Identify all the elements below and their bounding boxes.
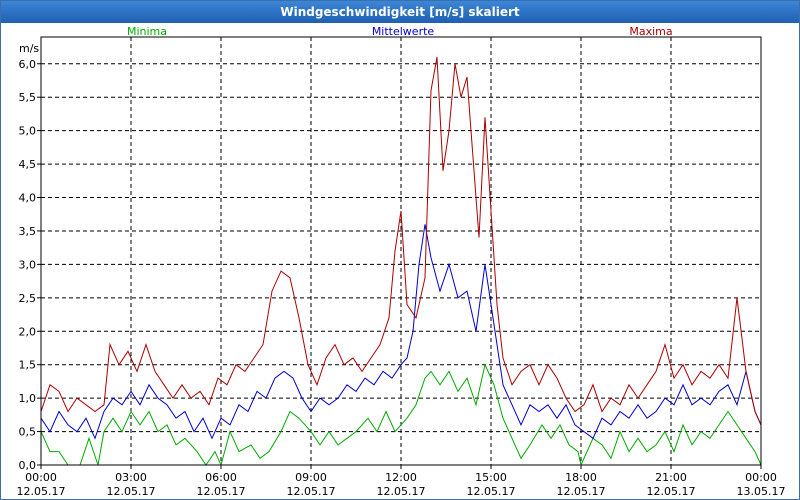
y-tick-label: 6,0	[19, 58, 37, 71]
legend: Minima Mittelwerte Maxima	[127, 25, 673, 38]
series-line-minima	[40, 363, 762, 467]
x-tick-date: 12.05.17	[377, 485, 426, 498]
y-tick-label: 4,0	[19, 192, 37, 205]
x-tick-date: 12.05.17	[287, 485, 336, 498]
x-tick-time: 15:00	[475, 471, 507, 484]
chart-window: Windgeschwindigkeit [m/s] skaliert m/s 0…	[0, 0, 800, 500]
legend-minima: Minima	[127, 25, 167, 38]
y-tick-label: 2,0	[19, 325, 37, 338]
grid	[41, 37, 761, 466]
y-tick-label: 3,5	[19, 225, 37, 238]
x-tick-date: 12.05.17	[647, 485, 696, 498]
x-tick-time: 03:00	[115, 471, 147, 484]
y-axis: 0,00,51,01,52,02,53,03,54,04,55,05,56,0	[19, 58, 41, 472]
x-tick-time: 09:00	[295, 471, 327, 484]
y-tick-label: 1,0	[19, 392, 37, 405]
x-tick-date: 12.05.17	[17, 485, 66, 498]
x-tick-date: 13.05.17	[737, 485, 786, 498]
legend-mittelwerte: Mittelwerte	[372, 25, 435, 38]
x-tick-date: 12.05.17	[107, 485, 156, 498]
x-tick-time: 12:00	[385, 471, 417, 484]
x-tick-time: 00:00	[25, 471, 57, 484]
y-tick-label: 3,0	[19, 258, 37, 271]
window-title: Windgeschwindigkeit [m/s] skaliert	[1, 1, 799, 23]
x-tick-date: 12.05.17	[197, 485, 246, 498]
x-axis: 00:0012.05.1703:0012.05.1706:0012.05.170…	[17, 465, 786, 498]
y-tick-label: 4,5	[19, 158, 37, 171]
legend-maxima: Maxima	[629, 25, 672, 38]
x-tick-date: 12.05.17	[557, 485, 606, 498]
y-tick-label: 5,0	[19, 125, 37, 138]
x-tick-date: 12.05.17	[467, 485, 516, 498]
y-axis-label: m/s	[19, 42, 39, 55]
x-tick-time: 18:00	[565, 471, 597, 484]
x-tick-time: 00:00	[745, 471, 777, 484]
y-tick-label: 2,5	[19, 292, 37, 305]
x-tick-time: 21:00	[655, 471, 687, 484]
x-tick-time: 06:00	[205, 471, 237, 484]
y-tick-label: 5,5	[19, 91, 37, 104]
chart: m/s 0,00,51,01,52,02,53,03,54,04,55,05,5…	[17, 25, 786, 498]
y-tick-label: 1,5	[19, 359, 37, 372]
y-tick-label: 0,5	[19, 426, 37, 439]
